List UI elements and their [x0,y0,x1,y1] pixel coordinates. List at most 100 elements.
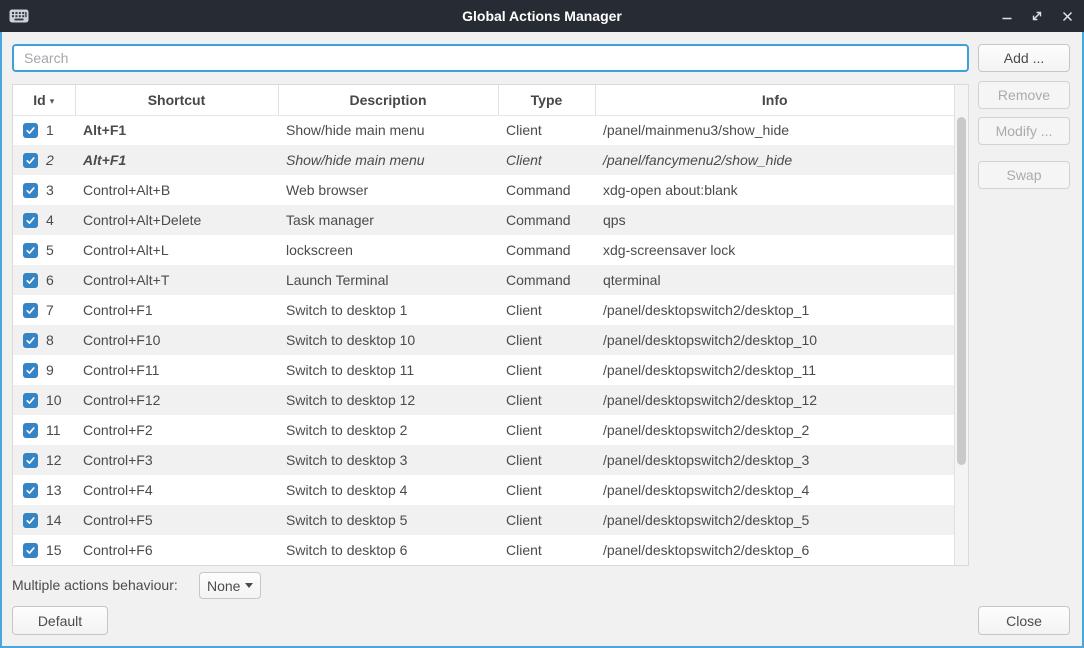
column-header-shortcut[interactable]: Shortcut [75,85,278,115]
swap-button[interactable]: Swap [978,161,1070,189]
window-body: Add ... Remove Modify ... Swap Id▾ Short… [0,32,1084,648]
table-row[interactable]: 3 Control+Alt+B Web browser Command xdg-… [13,175,954,205]
row-enabled-checkbox[interactable] [23,123,38,138]
table-row[interactable]: 13 Control+F4 Switch to desktop 4 Client… [13,475,954,505]
cell-description: Switch to desktop 4 [278,475,498,505]
vertical-scrollbar[interactable] [954,85,968,565]
cell-type: Client [498,535,595,565]
row-enabled-checkbox[interactable] [23,513,38,528]
column-header-description-label: Description [349,92,426,108]
table-row[interactable]: 11 Control+F2 Switch to desktop 2 Client… [13,415,954,445]
cell-shortcut: Control+F4 [75,475,278,505]
check-icon [25,545,36,556]
row-enabled-checkbox[interactable] [23,243,38,258]
cell-description: Switch to desktop 3 [278,445,498,475]
row-enabled-checkbox[interactable] [23,483,38,498]
modify-button[interactable]: Modify ... [978,117,1070,145]
row-enabled-checkbox[interactable] [23,423,38,438]
column-header-id-label: Id [33,92,45,108]
table-row[interactable]: 10 Control+F12 Switch to desktop 12 Clie… [13,385,954,415]
cell-id-number: 1 [46,122,54,138]
table-row[interactable]: 5 Control+Alt+L lockscreen Command xdg-s… [13,235,954,265]
cell-info: /panel/fancymenu2/show_hide [595,145,954,175]
remove-button[interactable]: Remove [978,81,1070,109]
check-icon [25,155,36,166]
cell-id-number: 4 [46,212,54,228]
row-enabled-checkbox[interactable] [23,393,38,408]
behaviour-dropdown[interactable]: None [199,572,261,599]
table-row[interactable]: 8 Control+F10 Switch to desktop 10 Clien… [13,325,954,355]
keyboard-app-icon [9,8,29,29]
multiple-actions-behaviour-label: Multiple actions behaviour: [12,572,178,599]
row-enabled-checkbox[interactable] [23,543,38,558]
cell-info: /panel/desktopswitch2/desktop_10 [595,325,954,355]
cell-type: Command [498,175,595,205]
cell-description: Web browser [278,175,498,205]
cell-id: 2 [13,145,75,175]
cell-id-number: 14 [46,512,62,528]
row-enabled-checkbox[interactable] [23,303,38,318]
table-row[interactable]: 4 Control+Alt+Delete Task manager Comman… [13,205,954,235]
column-header-id[interactable]: Id▾ [13,85,75,115]
table-row[interactable]: 12 Control+F3 Switch to desktop 3 Client… [13,445,954,475]
cell-id: 7 [13,295,75,325]
chevron-down-icon [245,583,253,588]
table-row[interactable]: 9 Control+F11 Switch to desktop 11 Clien… [13,355,954,385]
cell-info: /panel/mainmenu3/show_hide [595,115,954,145]
cell-description: Switch to desktop 6 [278,535,498,565]
row-enabled-checkbox[interactable] [23,213,38,228]
cell-description: Switch to desktop 1 [278,295,498,325]
cell-shortcut: Control+F1 [75,295,278,325]
titlebar[interactable]: Global Actions Manager [0,0,1084,32]
table-row[interactable]: 1 Alt+F1 Show/hide main menu Client /pan… [13,115,954,145]
table-area: Id▾ Shortcut Description Type Info [13,85,954,565]
table-body: 1 Alt+F1 Show/hide main menu Client /pan… [13,115,954,565]
check-icon [25,125,36,136]
row-enabled-checkbox[interactable] [23,333,38,348]
cell-shortcut: Control+Alt+Delete [75,205,278,235]
row-enabled-checkbox[interactable] [23,363,38,378]
cell-description: Task manager [278,205,498,235]
table-row[interactable]: 15 Control+F6 Switch to desktop 6 Client… [13,535,954,565]
cell-info: /panel/desktopswitch2/desktop_11 [595,355,954,385]
add-button[interactable]: Add ... [978,44,1070,72]
cell-type: Client [498,385,595,415]
row-enabled-checkbox[interactable] [23,453,38,468]
cell-type: Client [498,415,595,445]
check-icon [25,185,36,196]
row-enabled-checkbox[interactable] [23,183,38,198]
check-icon [25,335,36,346]
column-header-description[interactable]: Description [278,85,498,115]
cell-info: /panel/desktopswitch2/desktop_6 [595,535,954,565]
close-button[interactable]: Close [978,606,1070,635]
scrollbar-thumb[interactable] [957,117,966,465]
cell-info: qterminal [595,265,954,295]
close-window-button[interactable] [1060,9,1074,23]
table-row[interactable]: 14 Control+F5 Switch to desktop 5 Client… [13,505,954,535]
row-enabled-checkbox[interactable] [23,153,38,168]
cell-description: Switch to desktop 10 [278,325,498,355]
cell-id: 6 [13,265,75,295]
cell-id: 9 [13,355,75,385]
row-enabled-checkbox[interactable] [23,273,38,288]
cell-type: Client [498,295,595,325]
cell-type: Client [498,115,595,145]
minimize-button[interactable] [1000,9,1014,23]
maximize-button[interactable] [1030,9,1044,23]
table-row[interactable]: 6 Control+Alt+T Launch Terminal Command … [13,265,954,295]
cell-description: Switch to desktop 2 [278,415,498,445]
column-header-type[interactable]: Type [498,85,595,115]
cell-description: Launch Terminal [278,265,498,295]
column-header-type-label: Type [531,92,563,108]
cell-id: 4 [13,205,75,235]
search-input[interactable] [12,44,969,72]
check-icon [25,365,36,376]
cell-shortcut: Control+Alt+T [75,265,278,295]
table-row[interactable]: 2 Alt+F1 Show/hide main menu Client /pan… [13,145,954,175]
default-button[interactable]: Default [12,606,108,635]
table-row[interactable]: 7 Control+F1 Switch to desktop 1 Client … [13,295,954,325]
check-icon [25,455,36,466]
check-icon [25,425,36,436]
cell-description: lockscreen [278,235,498,265]
column-header-info[interactable]: Info [595,85,954,115]
